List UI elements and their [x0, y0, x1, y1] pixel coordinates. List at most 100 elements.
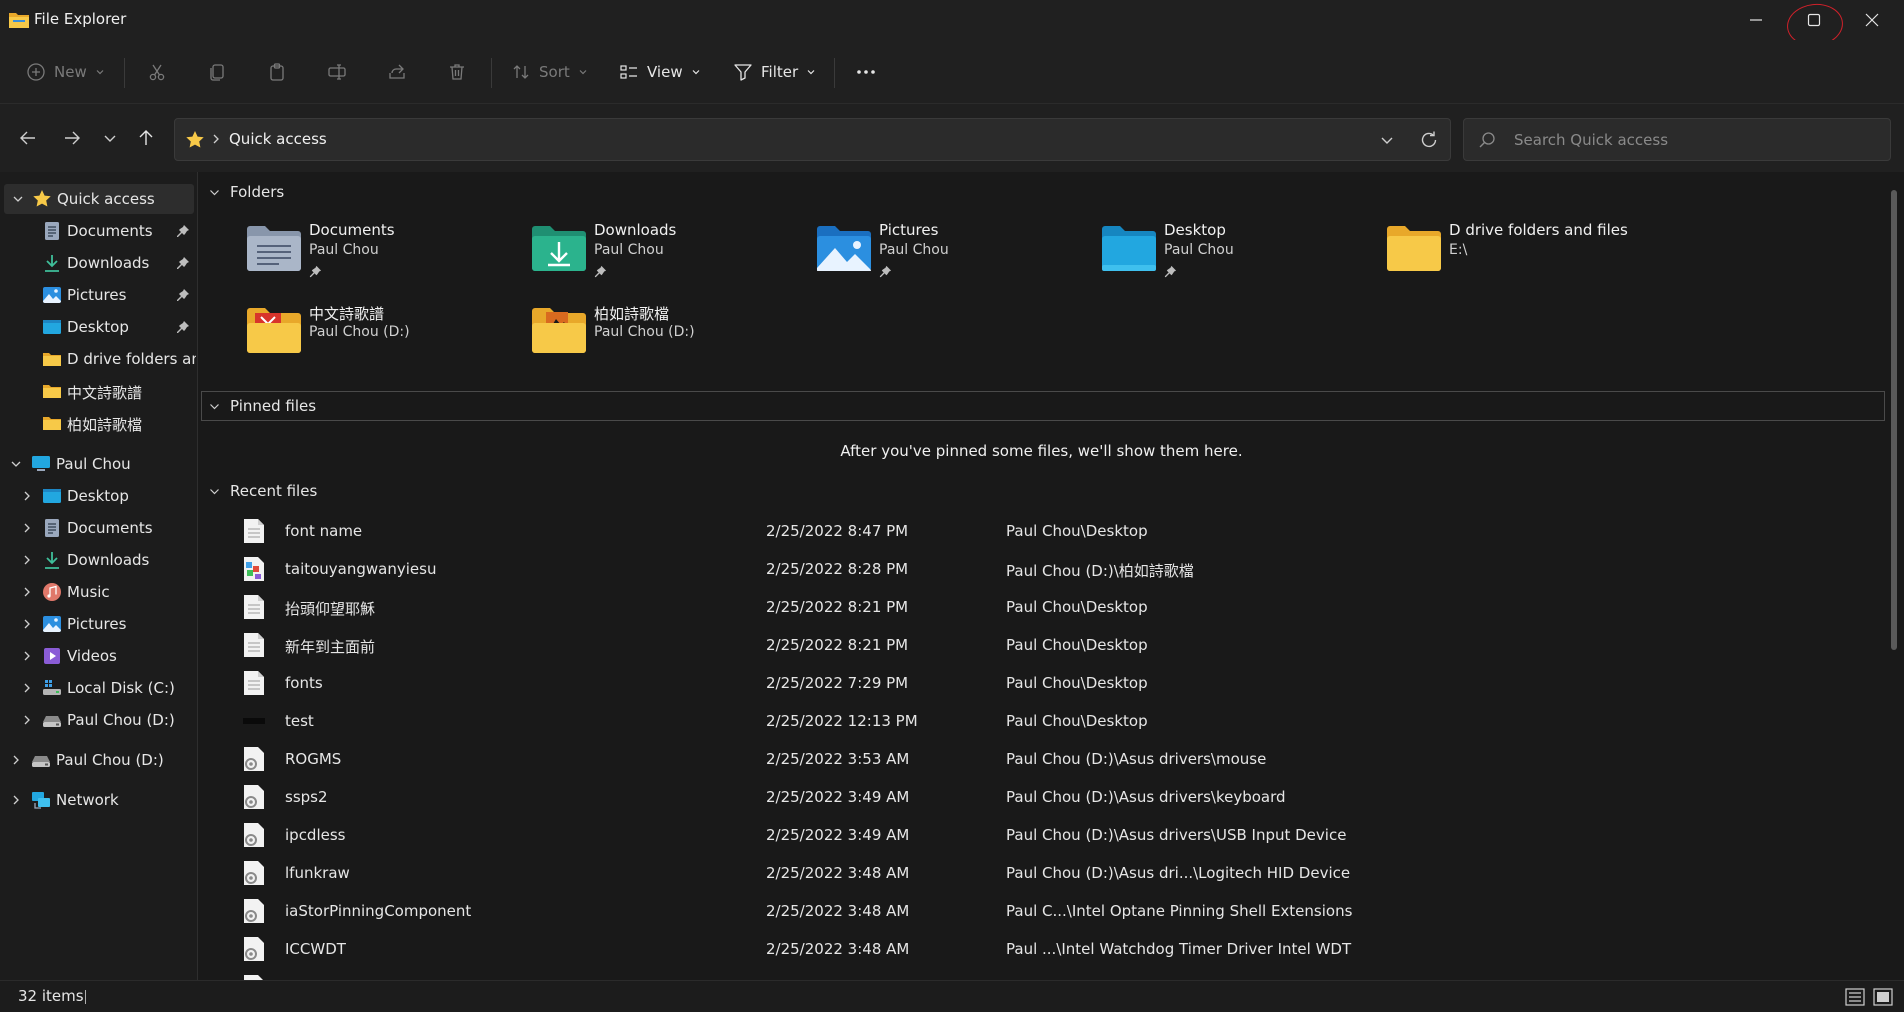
minimize-button[interactable] — [1727, 0, 1785, 40]
table-row[interactable]: taitouyangwanyiesu 2/25/2022 8:28 PM Pau… — [199, 550, 1884, 588]
folder-tile-pictures[interactable]: Pictures Paul Chou — [817, 221, 1097, 285]
file-name: font name — [285, 522, 363, 540]
chevron-down-icon[interactable] — [1378, 131, 1396, 149]
folder-tile-d-drive-folders[interactable]: D drive folders and files E:\ — [1387, 221, 1667, 285]
sidebar-item-pc-pictures[interactable]: Pictures — [0, 609, 196, 639]
back-button[interactable] — [14, 124, 42, 152]
chevron-right-icon[interactable] — [10, 754, 22, 766]
rename-button[interactable] — [327, 54, 347, 90]
up-button[interactable] — [132, 124, 160, 152]
sidebar-item-desktop[interactable]: Desktop — [0, 312, 196, 342]
folder-tile-downloads[interactable]: Downloads Paul Chou — [532, 221, 812, 285]
arrow-up-icon — [139, 130, 153, 145]
sidebar-item-pc-downloads[interactable]: Downloads — [0, 545, 196, 575]
delete-button[interactable] — [447, 54, 467, 90]
table-row[interactable]: ICCWDT 2/25/2022 3:48 AM Paul ...\Intel … — [199, 930, 1884, 968]
sidebar-item-pc-documents[interactable]: Documents — [0, 513, 196, 543]
sidebar-item-pictures[interactable]: Pictures — [0, 280, 196, 310]
table-row-partial[interactable] — [199, 968, 1884, 980]
table-row[interactable]: 新年到主面前 2/25/2022 8:21 PM Paul Chou\Deskt… — [199, 626, 1884, 664]
view-icon — [620, 65, 637, 79]
chevron-right-icon[interactable] — [21, 682, 33, 694]
text-file-icon — [244, 633, 264, 657]
pin-icon[interactable] — [176, 320, 190, 334]
sidebar-item-pc-drive-d[interactable]: Paul Chou (D:) — [0, 705, 196, 735]
details-view-icon[interactable] — [1844, 986, 1866, 1008]
large-icons-view-icon[interactable] — [1872, 986, 1894, 1008]
file-date: 2/25/2022 7:29 PM — [766, 674, 909, 692]
chevron-right-icon[interactable] — [10, 794, 22, 806]
sidebar-item-drive-d[interactable]: Paul Chou (D:) — [0, 745, 196, 775]
vertical-scrollbar[interactable] — [1891, 190, 1897, 650]
maximize-button[interactable] — [1785, 0, 1843, 40]
chevron-right-icon[interactable] — [21, 650, 33, 662]
sidebar-item-pc-desktop[interactable]: Desktop — [0, 481, 196, 511]
pin-icon[interactable] — [176, 288, 190, 302]
breadcrumb-quick-access[interactable]: Quick access — [229, 130, 327, 148]
table-row[interactable]: 抬頭仰望耶穌 2/25/2022 8:21 PM Paul Chou\Deskt… — [199, 588, 1884, 626]
folder-tile-documents[interactable]: Documents Paul Chou — [247, 221, 527, 285]
pictures-icon — [43, 616, 61, 632]
recent-locations-button[interactable] — [96, 124, 124, 152]
paste-button[interactable] — [267, 54, 287, 90]
pin-icon[interactable] — [176, 256, 190, 270]
chevron-right-icon[interactable] — [21, 522, 33, 534]
file-location: Paul Chou (D:)\柏如詩歌檔 — [1006, 562, 1194, 580]
forward-button[interactable] — [58, 124, 86, 152]
sidebar-item-chinese-hymns[interactable]: 中文詩歌譜 — [0, 376, 196, 406]
chevron-right-icon[interactable] — [21, 554, 33, 566]
close-button[interactable] — [1843, 0, 1901, 40]
address-bar[interactable]: Quick access — [174, 118, 1451, 161]
search-input[interactable]: Search Quick access — [1463, 118, 1891, 161]
content-pane: Folders Documents Paul Chou Downloads Pa… — [199, 172, 1904, 980]
recent-header-label: Recent files — [230, 482, 318, 500]
pin-icon[interactable] — [176, 224, 190, 238]
sort-button[interactable]: Sort — [511, 54, 588, 90]
chevron-right-icon[interactable] — [21, 714, 33, 726]
trash-icon — [450, 64, 464, 80]
cut-button[interactable] — [147, 54, 167, 90]
table-row[interactable]: iaStorPinningComponent 2/25/2022 3:48 AM… — [199, 892, 1884, 930]
sidebar-item-pc-videos[interactable]: Videos — [0, 641, 196, 671]
pinned-files-section-header[interactable]: Pinned files — [209, 393, 316, 419]
folder-tile-desktop[interactable]: Desktop Paul Chou — [1102, 221, 1382, 285]
chevron-down-icon[interactable] — [12, 193, 24, 205]
table-row[interactable]: lfunkraw 2/25/2022 3:48 AM Paul Chou (D:… — [199, 854, 1884, 892]
sidebar-item-network[interactable]: Network — [0, 785, 196, 815]
table-row[interactable]: font name 2/25/2022 8:47 PM Paul Chou\De… — [199, 512, 1884, 550]
sidebar-item-d-drive-folders[interactable]: D drive folders and files — [0, 344, 196, 374]
recent-files-section-header[interactable]: Recent files — [209, 478, 317, 504]
copy-button[interactable] — [207, 54, 227, 90]
refresh-icon[interactable] — [1419, 130, 1439, 150]
filter-button[interactable]: Filter — [733, 54, 816, 90]
table-row[interactable]: fonts 2/25/2022 7:29 PM Paul Chou\Deskto… — [199, 664, 1884, 702]
sidebar-item-this-pc[interactable]: Paul Chou — [0, 449, 196, 479]
pictures-folder-icon — [817, 226, 871, 271]
share-button[interactable] — [387, 54, 407, 90]
table-row[interactable]: test 2/25/2022 12:13 PM Paul Chou\Deskto… — [199, 702, 1884, 740]
table-row[interactable]: ROGMS 2/25/2022 3:53 AM Paul Chou (D:)\A… — [199, 740, 1884, 778]
sidebar-item-pc-music[interactable]: Music — [0, 577, 196, 607]
folder-tile-boru-hymns[interactable]: 柏如詩歌檔 Paul Chou (D:) — [532, 303, 812, 367]
new-button[interactable]: New — [26, 54, 105, 90]
table-row[interactable]: ipcdless 2/25/2022 3:49 AM Paul Chou (D:… — [199, 816, 1884, 854]
chevron-down-icon — [692, 70, 700, 75]
chevron-right-icon[interactable] — [21, 490, 33, 502]
chevron-right-icon[interactable] — [21, 586, 33, 598]
table-row[interactable]: ssps2 2/25/2022 3:49 AM Paul Chou (D:)\A… — [199, 778, 1884, 816]
share-icon — [389, 64, 405, 79]
pdf-folder-icon — [247, 308, 301, 353]
view-button[interactable]: View — [619, 54, 701, 90]
more-options-button[interactable] — [856, 54, 876, 90]
sidebar-item-documents[interactable]: Documents — [0, 216, 196, 246]
folder-tile-chinese-hymns[interactable]: 中文詩歌譜 Paul Chou (D:) — [247, 303, 527, 367]
sidebar-item-boru-hymns[interactable]: 柏如詩歌檔 — [0, 408, 196, 438]
sidebar-item-local-disk-c[interactable]: Local Disk (C:) — [0, 673, 196, 703]
sidebar-item-downloads[interactable]: Downloads — [0, 248, 196, 278]
chevron-right-icon[interactable] — [21, 618, 33, 630]
pinned-files-header-box — [201, 391, 1885, 421]
sidebar-item-quick-access[interactable]: Quick access — [4, 184, 194, 214]
sidebar-item-label: Desktop — [67, 487, 129, 505]
folders-section-header[interactable]: Folders — [209, 179, 284, 205]
chevron-down-icon[interactable] — [10, 458, 22, 470]
